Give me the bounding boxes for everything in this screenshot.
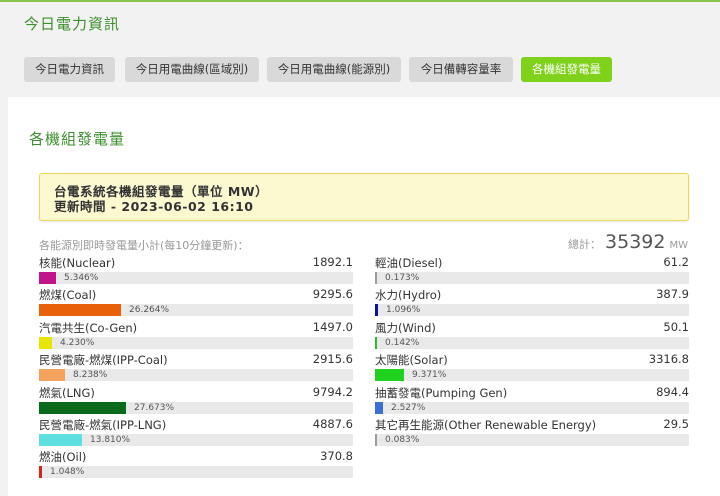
energy-item: 燃氣(LNG) 9794.2 27.673% — [39, 385, 353, 417]
energy-item: 太陽能(Solar) 3316.8 9.371% — [375, 352, 689, 384]
share-percent: 13.810% — [90, 435, 131, 445]
share-bar-track: 8.238% — [39, 369, 353, 382]
share-percent: 9.371% — [412, 370, 447, 381]
energy-item: 燃煤(Coal) 9295.6 26.264% — [39, 287, 353, 319]
share-bar-track: 27.673% — [39, 401, 353, 414]
page-header: 今日電力資訊 今日電力資訊 今日用電曲線(區域別) 今日用電曲線(能源別) 今日… — [0, 2, 720, 96]
share-bar-track: 0.142% — [375, 336, 689, 349]
share-percent: 1.048% — [50, 467, 85, 478]
share-percent: 8.238% — [73, 370, 108, 381]
main-content: 各機組發電量 台電系統各機組發電量（單位 MW） 更新時間 - 2023-06-… — [8, 97, 720, 496]
energy-source-value: 894.4 — [656, 384, 689, 399]
energy-source-name: 抽蓄發電(Pumping Gen) — [375, 385, 508, 400]
energy-item: 汽電共生(Co-Gen) 1497.0 4.230% — [39, 320, 353, 352]
share-bar-track: 0.083% — [375, 434, 689, 446]
share-bar-fill — [39, 336, 52, 349]
share-percent: 0.083% — [385, 435, 420, 445]
tab-unit-generation[interactable]: 各機組發電量 — [521, 57, 612, 82]
update-time: 更新時間 - 2023-06-02 16:10 — [54, 199, 254, 214]
energy-source-name: 太陽能(Solar) — [375, 353, 448, 368]
energy-source-name: 核能(Nuclear) — [39, 256, 116, 270]
share-bar-fill — [375, 434, 377, 446]
share-bar-fill — [375, 272, 377, 284]
share-bar-fill — [39, 369, 65, 382]
energy-item: 其它再生能源(Other Renewable Energy) 29.5 0.083% — [375, 417, 689, 449]
tab-load-curve-by-energy[interactable]: 今日用電曲線(能源別) — [267, 57, 401, 82]
energy-item: 燃油(Oil) 370.8 1.048% — [39, 449, 353, 481]
tab-load-curve-by-region[interactable]: 今日用電曲線(區域別) — [125, 57, 259, 82]
notice-box: 台電系統各機組發電量（單位 MW） 更新時間 - 2023-06-02 16:1… — [39, 173, 689, 221]
share-percent: 4.230% — [60, 337, 95, 348]
total-value: 35392 — [605, 231, 666, 253]
subtotal-caption: 各能源別即時發電量小計(每10分鐘更新)： — [39, 239, 249, 252]
share-percent: 0.173% — [385, 273, 420, 283]
energy-item: 民營電廠-燃氣(IPP-LNG) 4887.6 13.810% — [39, 417, 353, 449]
share-percent: 26.264% — [129, 305, 170, 316]
share-bar-track: 9.371% — [375, 369, 689, 382]
share-bar-fill — [375, 401, 383, 414]
total-summary: 總計： 35392 MW — [568, 231, 688, 253]
share-bar-track: 1.096% — [375, 304, 689, 317]
energy-source-name: 燃油(Oil) — [39, 450, 87, 465]
energy-source-value: 61.2 — [663, 255, 689, 269]
share-bar-fill — [39, 272, 56, 284]
share-bar-fill — [375, 304, 378, 317]
share-bar-fill — [375, 369, 404, 382]
energy-item: 抽蓄發電(Pumping Gen) 894.4 2.527% — [375, 385, 689, 417]
share-bar-track: 26.264% — [39, 304, 353, 317]
energy-source-name: 風力(Wind) — [375, 320, 436, 335]
share-percent: 5.346% — [64, 273, 99, 283]
energy-source-value: 1497.0 — [312, 319, 353, 334]
energy-source-value: 9295.6 — [312, 287, 353, 302]
energy-source-name: 民營電廠-燃煤(IPP-Coal) — [39, 353, 168, 368]
share-bar-fill — [39, 434, 82, 446]
share-bar-fill — [39, 401, 126, 414]
share-percent: 0.142% — [385, 337, 420, 348]
energy-source-value: 387.9 — [656, 287, 689, 302]
energy-item: 水力(Hydro) 387.9 1.096% — [375, 287, 689, 319]
total-unit: MW — [669, 240, 688, 251]
energy-source-value: 3316.8 — [648, 352, 689, 367]
share-bar-track: 4.230% — [39, 336, 353, 349]
energy-source-value: 9794.2 — [312, 384, 353, 399]
energy-item: 輕油(Diesel) 61.2 0.173% — [375, 255, 689, 287]
section-title: 各機組發電量 — [29, 130, 126, 148]
share-bar-track: 1.048% — [39, 466, 353, 479]
energy-source-name: 燃煤(Coal) — [39, 288, 97, 303]
energy-source-name: 其它再生能源(Other Renewable Energy) — [375, 418, 597, 432]
share-percent: 27.673% — [134, 402, 175, 413]
page-title: 今日電力資訊 — [24, 15, 121, 33]
tab-today-power-info[interactable]: 今日電力資訊 — [24, 57, 115, 82]
share-bar-track: 2.527% — [375, 401, 689, 414]
energy-item: 風力(Wind) 50.1 0.142% — [375, 320, 689, 352]
energy-source-value: 370.8 — [320, 449, 353, 464]
share-bar-fill — [39, 466, 42, 479]
energy-source-value: 50.1 — [663, 319, 689, 334]
share-bar-fill — [39, 304, 121, 317]
energy-item: 核能(Nuclear) 1892.1 5.346% — [39, 255, 353, 287]
total-label: 總計： — [568, 238, 602, 251]
share-bar-track: 13.810% — [39, 434, 353, 446]
share-bar-track: 5.346% — [39, 272, 353, 284]
energy-source-name: 水力(Hydro) — [375, 288, 442, 303]
energy-source-value: 29.5 — [663, 417, 689, 431]
energy-source-name: 汽電共生(Co-Gen) — [39, 320, 138, 335]
energy-item: 民營電廠-燃煤(IPP-Coal) 2915.6 8.238% — [39, 352, 353, 384]
energy-source-name: 民營電廠-燃氣(IPP-LNG) — [39, 418, 167, 432]
share-percent: 2.527% — [391, 402, 426, 413]
share-percent: 1.096% — [386, 305, 421, 316]
energy-source-name: 輕油(Diesel) — [375, 256, 443, 270]
energy-source-value: 1892.1 — [312, 255, 353, 269]
share-bar-fill — [375, 336, 377, 349]
energy-source-value: 4887.6 — [312, 417, 353, 431]
energy-source-value: 2915.6 — [312, 352, 353, 367]
tab-reserve-margin[interactable]: 今日備轉容量率 — [409, 57, 513, 82]
energy-source-name: 燃氣(LNG) — [39, 385, 95, 400]
share-bar-track: 0.173% — [375, 272, 689, 284]
